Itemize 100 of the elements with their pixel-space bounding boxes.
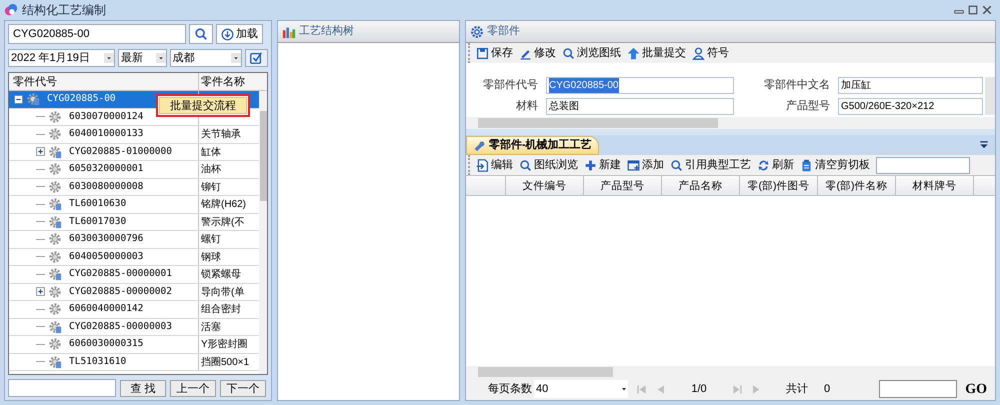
toolbar-button[interactable]: 新建 bbox=[584, 156, 621, 174]
version-dropdown[interactable]: 最新 bbox=[118, 49, 167, 67]
field-label: 材料 bbox=[515, 99, 539, 114]
part-code: 6040050000003 bbox=[69, 250, 144, 264]
previous-page-icon bbox=[655, 384, 666, 394]
tree-row[interactable]: TL60017030 警示牌(不 bbox=[9, 214, 259, 231]
tree-row[interactable]: CYG020885-00000001 锁紧螺母 bbox=[9, 266, 259, 284]
field-label: 产品型号 bbox=[785, 98, 831, 114]
toolbar-button[interactable]: 浏览图纸 bbox=[562, 44, 621, 62]
gear-icon bbox=[48, 250, 62, 264]
tree-row[interactable]: 6060040000142 组合密封 bbox=[9, 301, 259, 318]
toolbar-button[interactable]: 引用典型工艺 bbox=[670, 156, 751, 174]
scrollbar[interactable] bbox=[466, 117, 995, 129]
last-page-icon bbox=[732, 384, 743, 394]
menu-arrow-icon bbox=[979, 140, 989, 150]
column-header[interactable]: 材料牌号 bbox=[896, 176, 974, 195]
tree-row[interactable]: 6030030000796 螺钉 bbox=[9, 231, 259, 248]
gear-icon bbox=[48, 162, 62, 176]
context-menu-item[interactable]: 批量提交流程 bbox=[159, 97, 247, 114]
part-name: 活塞 bbox=[200, 320, 222, 334]
tree-row[interactable]: CYG020885-00000002 导向带(单 bbox=[9, 284, 259, 301]
gear-icon bbox=[48, 302, 62, 316]
gear-icon bbox=[48, 232, 62, 246]
tree-row[interactable]: 6060030000315 Y形密封圈 bbox=[9, 336, 259, 354]
search-field[interactable]: CYG020885-00 bbox=[8, 24, 186, 44]
part-code: TL60010630 bbox=[69, 197, 126, 212]
toolbar-button[interactable]: 修改 bbox=[519, 44, 556, 62]
scrollbar[interactable] bbox=[466, 366, 995, 378]
scrollbar-thumb[interactable] bbox=[260, 111, 266, 201]
toolbar-button[interactable]: 图纸浏览 bbox=[519, 156, 578, 174]
expand-icon bbox=[36, 147, 45, 156]
scrollbar[interactable] bbox=[985, 77, 995, 115]
part-code: 6030070000124 bbox=[69, 110, 144, 124]
first-page-icon bbox=[636, 384, 647, 394]
text-field[interactable]: G500/260E-320×212 bbox=[838, 98, 983, 115]
maximize-icon bbox=[968, 5, 978, 15]
part-code: CYG020885-00 bbox=[47, 92, 116, 106]
find-button[interactable]: 下一个 bbox=[220, 380, 266, 396]
tree-row[interactable]: 6030080000008 铆钉 bbox=[9, 178, 259, 196]
find-button[interactable]: 上一个 bbox=[170, 380, 216, 396]
page-number-field[interactable] bbox=[879, 380, 958, 398]
column-header[interactable]: 零(部)件图号 bbox=[740, 176, 818, 195]
go-button[interactable]: GO bbox=[965, 378, 987, 400]
document-arrow-icon bbox=[476, 158, 489, 172]
text-field[interactable]: CYG020885-00 bbox=[546, 77, 734, 94]
part-name: 钢球 bbox=[200, 250, 222, 264]
toolbar-button[interactable]: 保存 bbox=[476, 44, 513, 62]
date-picker[interactable]: 2022 年1月19日 bbox=[8, 49, 115, 67]
tree-row[interactable]: CYG020885-01000000 缸体 bbox=[9, 144, 259, 161]
location-dropdown[interactable]: 成都 bbox=[170, 49, 242, 67]
toolbar-search-field[interactable] bbox=[876, 156, 970, 174]
column-header[interactable]: 零件名称 bbox=[199, 73, 259, 90]
tree-row[interactable]: TL51031610 挡圈500×1 bbox=[9, 354, 259, 371]
scrollbar-thumb[interactable] bbox=[478, 367, 613, 377]
text-field[interactable]: 加压缸 bbox=[838, 77, 983, 94]
clipboard-icon bbox=[800, 158, 813, 172]
column-header[interactable]: 零件代号 bbox=[9, 73, 199, 90]
gear-document-icon bbox=[48, 214, 62, 229]
text-field[interactable]: 总装图 bbox=[546, 98, 734, 115]
find-button[interactable]: 查 找 bbox=[120, 380, 166, 396]
gear-icon bbox=[470, 24, 484, 38]
find-field[interactable] bbox=[8, 379, 116, 397]
toolbar-button[interactable]: 刷新 bbox=[757, 156, 794, 174]
toolbar-button[interactable]: 批量提交 bbox=[627, 44, 686, 62]
column-header[interactable]: 文件编号 bbox=[506, 176, 584, 195]
options-button[interactable] bbox=[244, 49, 268, 67]
tree-row[interactable]: 6040010000133 关节轴承 bbox=[9, 126, 259, 144]
toolbar-button[interactable]: 添加 bbox=[627, 156, 664, 174]
expand-icon bbox=[36, 287, 45, 296]
gear-icon bbox=[48, 180, 62, 194]
page-size-dropdown[interactable]: 40 bbox=[534, 380, 628, 398]
part-code: CYG020885-01000000 bbox=[69, 144, 172, 159]
tree-row[interactable]: TL60010630 铭牌(H62) bbox=[9, 196, 259, 214]
part-code: 6040010000133 bbox=[69, 127, 144, 142]
tree-row[interactable]: CYG020885-00000003 活塞 bbox=[9, 318, 259, 336]
search-button[interactable] bbox=[189, 24, 213, 44]
tree-row[interactable]: 6050320000001 油杯 bbox=[9, 161, 259, 178]
gear-document-icon bbox=[26, 92, 40, 106]
toolbar-button[interactable]: 符号 bbox=[692, 44, 729, 62]
next-page-icon bbox=[751, 384, 762, 394]
column-header[interactable]: 产品名称 bbox=[662, 176, 740, 195]
scrollbar[interactable] bbox=[259, 91, 267, 374]
search-icon bbox=[194, 27, 208, 41]
bar-chart-icon bbox=[282, 24, 296, 38]
total-label: 共计 bbox=[786, 382, 808, 397]
toolbar-button[interactable]: 编辑 bbox=[476, 156, 513, 174]
part-code: CYG020885-00000002 bbox=[69, 284, 172, 299]
column-header[interactable]: 零(部)件名称 bbox=[818, 176, 896, 195]
part-name: 导向带(单 bbox=[200, 286, 246, 300]
toolbar-button[interactable]: 清空剪切板 bbox=[800, 156, 870, 174]
tree-row[interactable]: 6040050000003 钢球 bbox=[9, 248, 259, 266]
load-button[interactable]: 加载 bbox=[216, 24, 263, 44]
scrollbar-thumb[interactable] bbox=[478, 118, 718, 128]
part-code: CYG020885-00000001 bbox=[69, 267, 172, 282]
column-header[interactable]: 产品型号 bbox=[584, 176, 662, 195]
part-name: 铆钉 bbox=[200, 180, 222, 194]
part-name: 螺钉 bbox=[200, 232, 222, 247]
refresh-icon bbox=[757, 158, 770, 172]
tab[interactable]: 零部件-机械加工工艺 bbox=[466, 136, 599, 155]
gear-document-icon bbox=[48, 267, 62, 282]
